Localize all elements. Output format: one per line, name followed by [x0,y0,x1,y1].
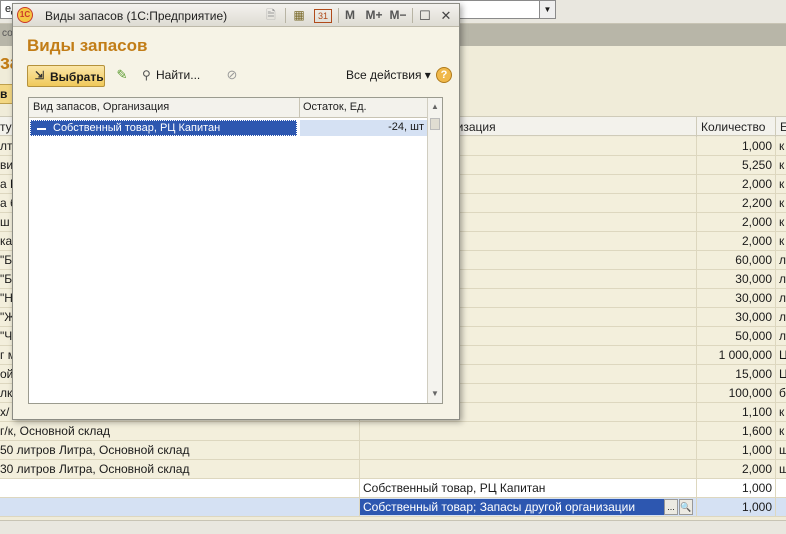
window-title: Виды запасов (1С:Предприятие) [45,9,228,23]
unit-cell: к [779,196,785,210]
dialog-titlebar[interactable]: 1С Виды запасов (1С:Предприятие) 🗎 ▦ 31 … [13,4,459,27]
stock-types-dialog: 1С Виды запасов (1С:Предприятие) 🗎 ▦ 31 … [12,3,460,420]
chevron-down-icon[interactable]: ▼ [539,1,555,18]
unit-cell: ш [779,462,786,476]
select-button-label: Выбрать [50,70,104,84]
organization-cell: Собственный товар, РЦ Капитан [363,481,546,495]
dialog-toolbar: ⇲ Выбрать ✎ ⚲ Найти... ⊘ Все действия ▾ ? [26,64,452,88]
quantity-cell: 2,000 [741,177,772,191]
quantity-cell: 1,000 [741,500,772,514]
column-header-product[interactable]: ту [0,120,12,134]
column-header-quantity[interactable]: Количество [701,120,765,134]
product-cell: г/к, Основной склад [0,424,111,438]
table-row[interactable]: 1,000 Собственный товар; Запасы другой ор… [0,498,786,517]
select-icon: ⇲ [34,70,45,82]
quantity-cell: 30,000 [735,272,772,286]
stock-type-name: Собственный товар, РЦ Капитан [53,122,221,134]
memory-plus-button[interactable]: M+ [363,7,385,24]
product-cell: 30 литров Литра, Основной склад [0,462,190,476]
unit-cell: Ц [779,367,786,381]
table-row[interactable]: Собственный товар, РЦ Капитан 1,000 [0,479,786,498]
unit-cell: л [779,253,786,267]
unit-cell: л [779,291,786,305]
quantity-cell: 30,000 [735,310,772,324]
help-icon[interactable]: ? [436,67,452,83]
quantity-cell: 2,000 [741,234,772,248]
memory-button[interactable]: M [343,7,357,24]
scroll-down-icon[interactable]: ▼ [428,386,442,402]
search-icon: ⚲ [142,68,151,82]
balance-cell[interactable]: -24, шт [300,120,427,136]
column-header-stock-type[interactable]: Вид запасов, Организация [33,101,169,113]
quantity-cell: 5,250 [741,158,772,172]
stock-types-table-header: Вид запасов, Организация Остаток, Ед. [29,98,427,118]
quantity-cell: 15,000 [735,367,772,381]
all-actions-menu[interactable]: Все действия ▾ [346,68,431,82]
clear-search-icon[interactable]: ⊘ [224,67,240,83]
quantity-cell: 1 000,000 [718,348,772,362]
quantity-cell: 30,000 [735,291,772,305]
table-row[interactable]: г/к, Основной склад 1,600 к [0,422,786,441]
unit-cell: к [779,158,785,172]
vertical-scrollbar[interactable]: ▲ ▼ [427,98,442,403]
unit-cell: к [779,177,785,191]
find-button[interactable]: ⚲ Найти... [142,68,200,82]
find-button-label: Найти... [156,68,201,82]
table-row[interactable]: Собственный товар, РЦ Капитан -24, шт [29,119,427,137]
calendar-icon[interactable]: 31 [314,9,332,23]
quantity-cell: 1,000 [741,443,772,457]
close-icon[interactable]: ✕ [438,7,454,24]
quantity-cell: 2,000 [741,462,772,476]
organization-edit-field[interactable]: Собственный товар; Запасы другой организ… [360,499,664,515]
unit-cell: Ц [779,348,786,362]
open-search-icon[interactable]: 🔍 [679,499,693,515]
quantity-cell: 50,000 [735,329,772,343]
background-status-bar [0,520,786,534]
quantity-cell: 2,000 [741,215,772,229]
quantity-cell: 1,000 [741,139,772,153]
unit-cell: к [779,234,785,248]
unit-cell: к [779,215,785,229]
scroll-thumb[interactable] [430,118,440,130]
select-button[interactable]: ⇲ Выбрать [27,65,105,87]
quantity-cell: 1,100 [741,405,772,419]
product-cell: 50 литров Литра, Основной склад [0,443,190,457]
unit-cell: к [779,405,785,419]
table-row[interactable]: 50 литров Литра, Основной склад 1,000 ш [0,441,786,460]
column-header-unit[interactable]: Е [780,120,786,134]
unit-cell: л [779,329,786,343]
maximize-icon[interactable]: ☐ [417,7,433,24]
stock-type-cell[interactable]: Собственный товар, РЦ Капитан [30,120,297,136]
quantity-cell: 2,200 [741,196,772,210]
unit-cell: л [779,310,786,324]
calculator-icon[interactable]: ▦ [291,7,307,24]
app-logo-icon: 1С [17,7,33,23]
column-header-balance[interactable]: Остаток, Ед. [303,101,367,113]
save-icon[interactable]: 🗎 [263,7,279,24]
unit-cell: б [779,386,786,400]
quantity-cell: 1,600 [741,424,772,438]
stock-types-table: Вид запасов, Организация Остаток, Ед. Со… [28,97,443,404]
choose-button[interactable]: ... [664,499,678,515]
unit-cell: л [779,272,786,286]
collapse-icon[interactable] [37,128,46,130]
unit-cell: ш [779,443,786,457]
unit-cell: к [779,424,785,438]
quantity-cell: 1,000 [741,481,772,495]
unit-cell: к [779,139,785,153]
quantity-cell: 60,000 [735,253,772,267]
dialog-header: Виды запасов [27,36,148,55]
table-row[interactable]: 30 литров Литра, Основной склад 2,000 ш [0,460,786,479]
edit-pencil-icon[interactable]: ✎ [114,67,130,83]
quantity-cell: 100,000 [728,386,772,400]
scroll-up-icon[interactable]: ▲ [428,99,442,115]
memory-minus-button[interactable]: M− [387,7,409,24]
